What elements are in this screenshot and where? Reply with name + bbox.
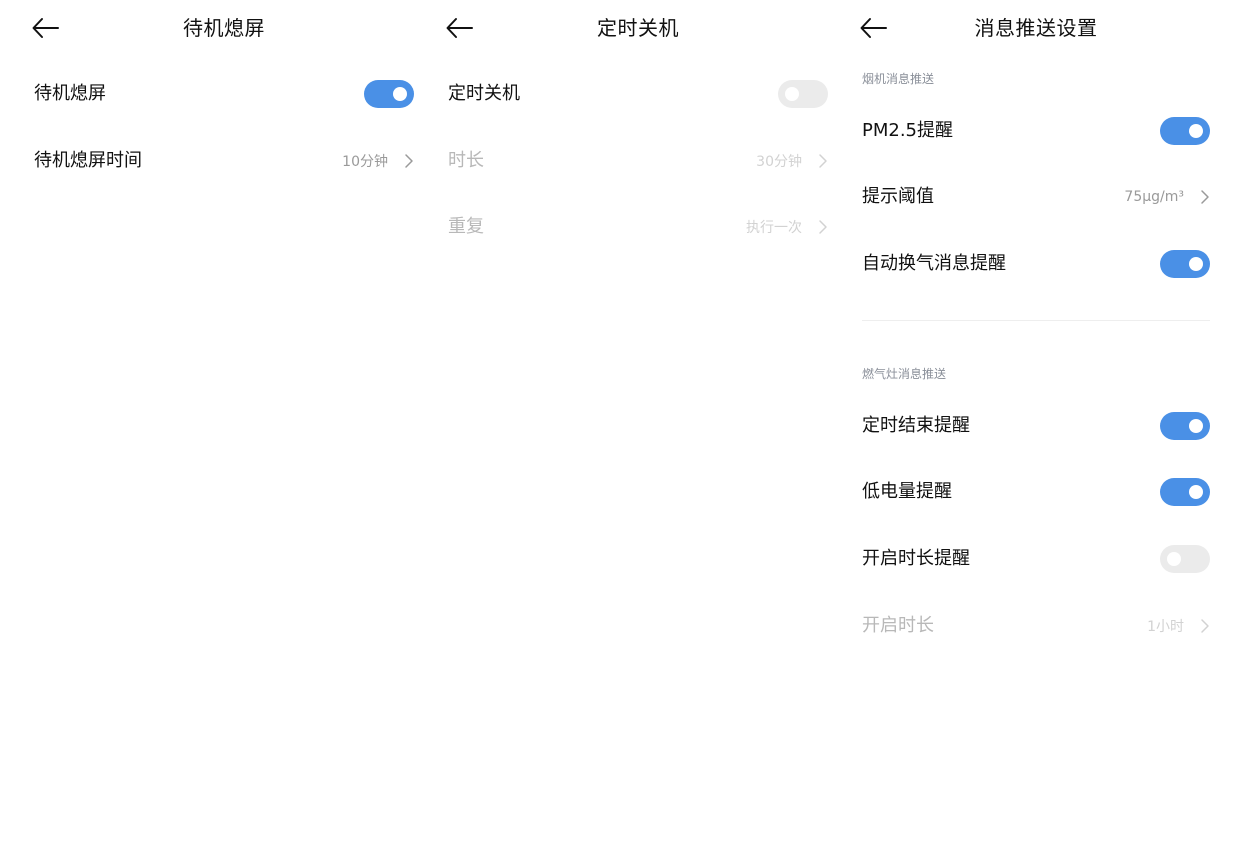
- low-battery-alert-toggle[interactable]: [1160, 478, 1210, 506]
- row-pm25-alert: PM2.5提醒: [862, 114, 1210, 148]
- row-value: 75μg/m³: [1124, 189, 1184, 205]
- row-value: 10分钟: [342, 154, 388, 170]
- page-title: 定时关机: [597, 16, 679, 40]
- row-label: 提示阈值: [862, 186, 934, 207]
- row-label: PM2.5提醒: [862, 120, 954, 141]
- row-label: 定时关机: [448, 83, 520, 104]
- header: 消息推送设置: [860, 0, 1210, 58]
- screens-container: 待机熄屏 待机熄屏 待机熄屏时间 10分钟 定时关机 定时关机 时长 30分钟 …: [0, 0, 1242, 844]
- row-low-battery-alert: 低电量提醒: [862, 475, 1210, 509]
- row-duration[interactable]: 时长 30分钟: [448, 144, 828, 178]
- toggle-knob: [1167, 552, 1181, 566]
- chevron-right-icon: [819, 154, 827, 168]
- row-value: 执行一次: [746, 220, 802, 236]
- screen-push-settings: 消息推送设置 烟机消息推送 PM2.5提醒 提示阈值 75μg/m³ 自动换气消…: [860, 0, 1210, 844]
- row-label: 开启时长提醒: [862, 548, 970, 569]
- row-auto-ventilation-alert: 自动换气消息提醒: [862, 247, 1210, 281]
- header: 定时关机: [446, 0, 828, 58]
- row-open-duration[interactable]: 开启时长 1小时: [862, 609, 1210, 643]
- row-label: 重复: [448, 216, 484, 237]
- chevron-right-icon: [819, 220, 827, 234]
- row-label: 定时结束提醒: [862, 415, 970, 436]
- chevron-right-icon: [1201, 190, 1209, 204]
- section-title-gas-stove: 燃气灶消息推送: [862, 367, 947, 381]
- screen-standby-screen-off: 待机熄屏 待机熄屏 待机熄屏时间 10分钟: [32, 0, 414, 844]
- section-divider: [862, 320, 1210, 321]
- page-title: 待机熄屏: [183, 16, 265, 40]
- row-value: 30分钟: [756, 154, 802, 170]
- toggle-knob: [1189, 485, 1203, 499]
- chevron-right-icon: [405, 154, 413, 168]
- screen-scheduled-shutdown: 定时关机 定时关机 时长 30分钟 重复 执行一次: [446, 0, 828, 844]
- scheduled-shutdown-toggle[interactable]: [778, 80, 828, 108]
- row-label: 低电量提醒: [862, 481, 952, 502]
- section-title-range-hood: 烟机消息推送: [862, 72, 935, 86]
- row-open-duration-alert: 开启时长提醒: [862, 542, 1210, 576]
- row-value: 1小时: [1147, 619, 1184, 635]
- header: 待机熄屏: [32, 0, 414, 58]
- row-repeat[interactable]: 重复 执行一次: [448, 210, 828, 244]
- row-standby-time[interactable]: 待机熄屏时间 10分钟: [34, 144, 414, 178]
- row-label: 自动换气消息提醒: [862, 253, 1006, 274]
- chevron-right-icon: [1201, 619, 1209, 633]
- row-alert-threshold[interactable]: 提示阈值 75μg/m³: [862, 180, 1210, 214]
- toggle-knob: [1189, 124, 1203, 138]
- timer-end-alert-toggle[interactable]: [1160, 412, 1210, 440]
- auto-ventilation-alert-toggle[interactable]: [1160, 250, 1210, 278]
- open-duration-alert-toggle[interactable]: [1160, 545, 1210, 573]
- row-label: 时长: [448, 150, 484, 171]
- row-standby-screen-off: 待机熄屏: [34, 77, 414, 111]
- row-scheduled-shutdown: 定时关机: [448, 77, 828, 111]
- standby-screen-off-toggle[interactable]: [364, 80, 414, 108]
- pm25-alert-toggle[interactable]: [1160, 117, 1210, 145]
- toggle-knob: [393, 87, 407, 101]
- row-label: 开启时长: [862, 615, 934, 636]
- toggle-knob: [1189, 257, 1203, 271]
- toggle-knob: [1189, 419, 1203, 433]
- row-timer-end-alert: 定时结束提醒: [862, 409, 1210, 443]
- row-label: 待机熄屏: [34, 83, 106, 104]
- page-title: 消息推送设置: [974, 16, 1098, 40]
- row-label: 待机熄屏时间: [34, 150, 142, 171]
- toggle-knob: [785, 87, 799, 101]
